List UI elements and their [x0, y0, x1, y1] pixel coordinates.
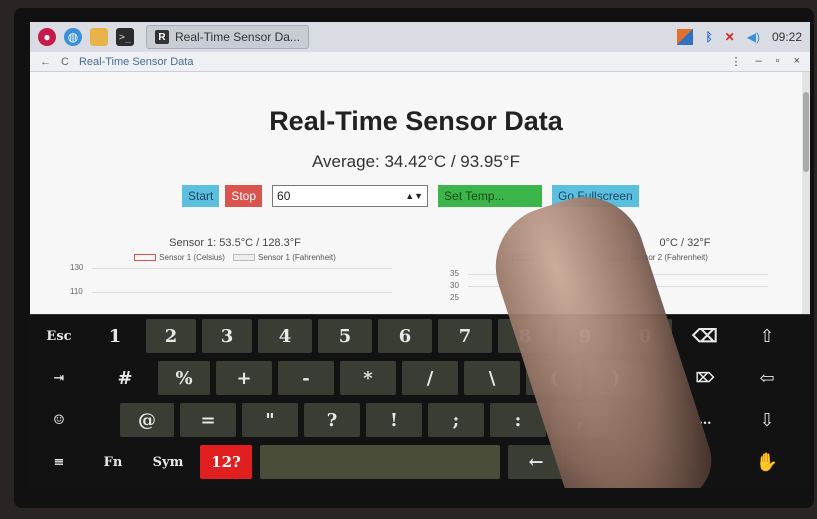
window-task-title: Real-Time Sensor Da...	[175, 30, 300, 44]
key-minus[interactable]: -	[278, 361, 334, 395]
legend-item[interactable]: Sensor 1 (Celsius)	[134, 253, 225, 262]
numeric-mode-key[interactable]: 12?	[200, 445, 252, 479]
terminal-icon[interactable]: >_	[116, 28, 134, 46]
shift-icon[interactable]: ⇧	[742, 319, 792, 353]
window-task-button[interactable]: R Real-Time Sensor Da...	[146, 25, 309, 49]
menu-lines-icon[interactable]: ≡	[36, 445, 82, 479]
window-app-icon: R	[155, 30, 169, 44]
key-at[interactable]: @	[120, 403, 174, 437]
gridline	[92, 292, 392, 293]
window-controls: ⋮ – ▫ ×	[731, 55, 800, 68]
y-tick-label: 110	[70, 287, 83, 296]
interval-input[interactable]: 60 ▲▼	[272, 185, 429, 207]
backspace-icon[interactable]: ⌫	[680, 319, 730, 353]
page-scrollbar[interactable]	[802, 72, 810, 314]
legend-item[interactable]: Sensor 1 (Fahrenheit)	[232, 253, 336, 262]
key-slash[interactable]: /	[402, 361, 458, 395]
task-manager-icon[interactable]	[677, 29, 694, 45]
scrollbar-thumb[interactable]	[803, 92, 809, 172]
volume-icon[interactable]: ◀)	[747, 30, 760, 44]
key-plus[interactable]: +	[216, 361, 272, 395]
interval-value: 60	[277, 189, 291, 203]
key-2[interactable]: 2	[146, 319, 196, 353]
key-4[interactable]: 4	[258, 319, 312, 353]
key-7[interactable]: 7	[438, 319, 492, 353]
screen: ● ◍ >_ R Real-Time Sensor Da... ᛒ ✕ ◀) 0…	[30, 22, 810, 488]
left-arrow-key-icon[interactable]: ⇦	[742, 361, 792, 395]
chart-title: Sensor 1: 53.5°C / 128.3°F	[169, 237, 301, 249]
bluetooth-icon[interactable]: ᛒ	[705, 30, 712, 44]
minimize-icon[interactable]: –	[756, 55, 762, 68]
key-esc[interactable]: Esc	[36, 319, 82, 353]
clock[interactable]: 09:22	[772, 30, 802, 44]
maximize-icon[interactable]: ▫	[776, 55, 780, 68]
tab-icon[interactable]: ⇥	[36, 361, 82, 395]
hand-drag-icon[interactable]: ✋	[742, 445, 792, 479]
key-colon[interactable]: :	[490, 403, 546, 437]
close-icon[interactable]: ×	[794, 55, 800, 68]
key-6[interactable]: 6	[378, 319, 432, 353]
menu-icon[interactable]: ⋮	[731, 55, 742, 68]
key-1[interactable]: 1	[90, 319, 140, 353]
key-question[interactable]: ?	[304, 403, 360, 437]
y-tick-label: 30	[450, 281, 459, 290]
taskbar: ● ◍ >_ R Real-Time Sensor Da... ᛒ ✕ ◀) 0…	[30, 22, 810, 52]
key-exclamation[interactable]: !	[366, 403, 422, 437]
stop-button[interactable]: Stop	[225, 185, 263, 207]
space-bar[interactable]	[260, 445, 500, 479]
keyboard-row-1: Esc 1 2 3 4 5 6 7 8 9 0 ⌫ ⇧	[30, 319, 810, 359]
web-page: Real-Time Sensor Data Average: 34.42°C /…	[30, 72, 802, 314]
chart-legend: Sensor 1 (Celsius) Sensor 1 (Fahrenheit)	[70, 253, 400, 262]
file-manager-icon[interactable]	[90, 28, 108, 46]
emoji-icon[interactable]: ☺	[36, 403, 82, 437]
key-asterisk[interactable]: *	[340, 361, 396, 395]
key-equals[interactable]: =	[180, 403, 236, 437]
network-icon[interactable]: ✕	[725, 30, 735, 44]
raspberry-pi-menu-icon[interactable]: ●	[38, 28, 56, 46]
address-bar[interactable]: Real-Time Sensor Data	[79, 56, 194, 68]
gridline	[92, 268, 392, 269]
keyboard-row-2: ⇥ # % + - * / \ ( ) ⌦ ⇦	[30, 361, 810, 401]
back-arrow-icon[interactable]: ←	[40, 56, 51, 68]
start-button[interactable]: Start	[182, 185, 220, 207]
sensor-1-chart: Sensor 1: 53.5°C / 128.3°F Sensor 1 (Cel…	[70, 237, 400, 314]
key-semicolon[interactable]: ;	[428, 403, 484, 437]
web-browser-icon[interactable]: ◍	[64, 28, 82, 46]
system-tray: ᛒ ✕ ◀) 09:22	[677, 29, 802, 45]
key-backslash[interactable]: \	[464, 361, 520, 395]
y-tick-label: 25	[450, 293, 459, 302]
key-hash[interactable]: #	[100, 361, 150, 395]
sym-key[interactable]: Sym	[142, 445, 194, 479]
average-readout: Average: 34.42°C / 93.95°F	[312, 152, 520, 171]
browser-toolbar: ← C Real-Time Sensor Data ⋮ – ▫ ×	[30, 52, 810, 72]
fn-key[interactable]: Fn	[90, 445, 136, 479]
key-percent[interactable]: %	[158, 361, 210, 395]
page-title: Real-Time Sensor Data	[269, 106, 563, 136]
key-5[interactable]: 5	[318, 319, 372, 353]
reload-icon[interactable]: C	[61, 56, 69, 68]
spinner-arrows-icon[interactable]: ▲▼	[405, 191, 423, 201]
set-temp-button[interactable]: Set Temp...	[438, 185, 543, 207]
cursor-icon[interactable]: ⇩	[742, 403, 792, 437]
y-tick-label: 130	[70, 263, 84, 272]
key-3[interactable]: 3	[202, 319, 252, 353]
key-quote[interactable]: "	[242, 403, 298, 437]
y-tick-label: 35	[450, 269, 459, 278]
